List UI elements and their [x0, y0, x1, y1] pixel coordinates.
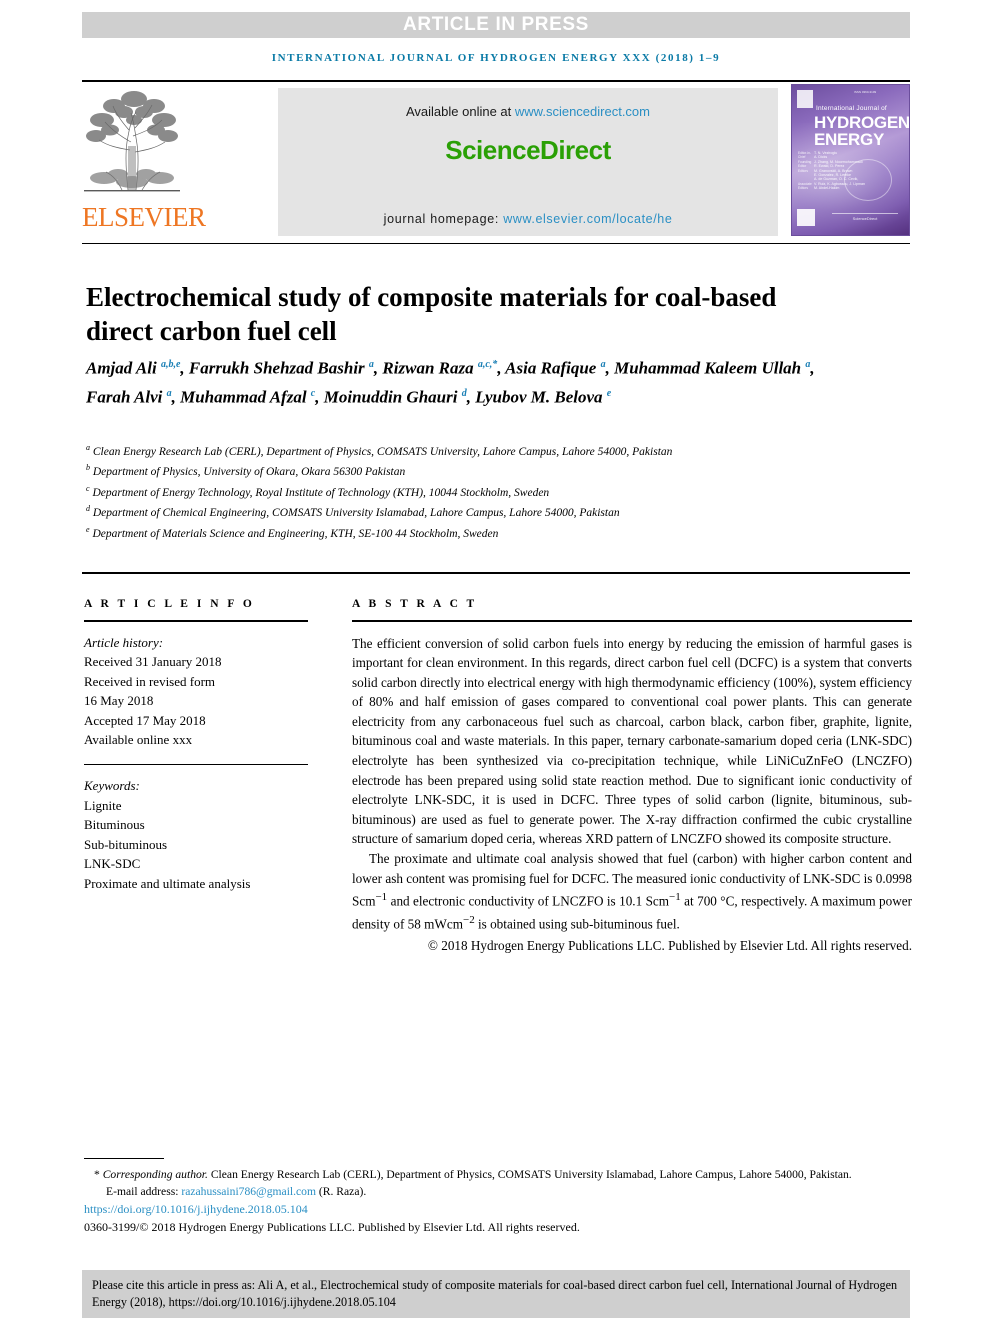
author-list: Amjad Ali a,b,e, Farrukh Shehzad Bashir …	[86, 358, 815, 407]
available-online-line: Available online at www.sciencedirect.co…	[278, 104, 778, 119]
affiliation-item: d Department of Chemical Engineering, CO…	[86, 504, 620, 520]
footnote-block: * Corresponding author. Clean Energy Res…	[84, 1166, 912, 1236]
affiliation-item: e Department of Materials Science and En…	[86, 524, 499, 540]
footnote-rule	[84, 1158, 164, 1159]
history-item: 16 May 2018	[84, 693, 154, 708]
cover-journal-small-title: International Journal of	[816, 105, 887, 112]
abstract-copyright: © 2018 Hydrogen Energy Publications LLC.…	[427, 938, 912, 954]
abstract-column: A B S T R A C T The efficient conversion…	[352, 598, 912, 956]
elsevier-tree-icon	[84, 86, 180, 198]
abstract-body: The efficient conversion of solid carbon…	[352, 634, 912, 956]
article-info-divider	[84, 620, 308, 622]
cover-title-line-1: HYDROGEN	[814, 113, 910, 132]
sciencedirect-link[interactable]: www.sciencedirect.com	[515, 104, 650, 119]
email-label: E-mail address:	[106, 1185, 179, 1198]
journal-running-head: International Journal of Hydrogen Energy…	[271, 52, 721, 64]
keyword-item: Lignite	[84, 797, 122, 813]
keyword-item: Bituminous	[84, 817, 145, 832]
keywords-label: Keywords:	[84, 778, 140, 793]
keywords-block: Keywords: Lignite Bituminous Sub-bitumin…	[84, 776, 308, 893]
page-title: Electrochemical study of composite mater…	[86, 282, 777, 347]
elsevier-wordmark: ELSEVIER	[82, 202, 206, 232]
abstract-paragraph-2: The proximate and ultimate coal analysis…	[352, 851, 912, 932]
masthead-top-rule	[82, 80, 910, 82]
issn-copyright-line: 0360-3199/© 2018 Hydrogen Energy Publica…	[84, 1220, 580, 1234]
history-item: Received in revised form	[84, 673, 216, 689]
email-owner: (R. Raza).	[318, 1185, 367, 1198]
article-info-heading: A R T I C L E I N F O	[84, 598, 255, 610]
journal-cover-thumbnail: ISSN 0360-3199 International Journal of …	[791, 84, 910, 236]
affiliation-item: c Department of Energy Technology, Royal…	[86, 483, 550, 499]
journal-homepage-link[interactable]: www.elsevier.com/locate/he	[503, 212, 672, 226]
history-item: Accepted 17 May 2018	[84, 712, 206, 728]
ihe-logo-bottom-icon	[797, 209, 815, 226]
keywords-divider	[84, 763, 308, 765]
corresponding-author-label: Corresponding author.	[102, 1168, 208, 1181]
keyword-item: LNK-SDC	[84, 856, 141, 871]
abstract-divider	[352, 620, 912, 622]
sections-top-rule	[82, 572, 910, 574]
email-link[interactable]: razahussaini786@gmail.com	[181, 1185, 316, 1198]
cover-issn-text: ISSN 0360-3199	[854, 90, 877, 94]
abstract-paragraph-1: The efficient conversion of solid carbon…	[352, 635, 912, 847]
sciencedirect-wordmark: ScienceDirect	[445, 135, 611, 165]
affiliation-item: b Department of Physics, University of O…	[86, 463, 406, 479]
masthead: ELSEVIER Available online at www.science…	[82, 84, 910, 239]
cover-title-line-2: ENERGY	[814, 130, 884, 149]
paper-page: ARTICLE IN PRESS International Journal o…	[0, 0, 992, 1323]
available-online-text: Available online at	[405, 104, 515, 119]
doi-link[interactable]: https://doi.org/10.1016/j.ijhydene.2018.…	[84, 1200, 912, 1218]
article-history-label: Article history:	[84, 634, 164, 650]
keyword-item: Proximate and ultimate analysis	[84, 875, 251, 891]
cover-editor-labels: Editor-in-Chief Founding Editor Editors Ass…	[798, 151, 812, 191]
article-in-press-banner: ARTICLE IN PRESS	[82, 12, 910, 38]
journal-homepage-line: journal homepage: www.elsevier.com/locat…	[278, 212, 778, 226]
cover-publisher: ScienceDirect	[832, 213, 898, 221]
history-item: Available online xxx	[84, 732, 193, 747]
cite-this-article-box: Please cite this article in press as: Al…	[82, 1270, 910, 1318]
article-info-column: A R T I C L E I N F O Article history: R…	[84, 598, 308, 893]
ihe-logo-icon	[797, 90, 813, 108]
journal-homepage-label: journal homepage:	[383, 212, 504, 226]
affiliation-item: a Clean Energy Research Lab (CERL), Depa…	[86, 443, 673, 458]
elsevier-logo: ELSEVIER	[82, 84, 206, 236]
corresponding-author-note: * Corresponding author. Clean Energy Res…	[94, 1168, 852, 1181]
article-history-block: Article history: Received 31 January 201…	[84, 633, 308, 750]
abstract-heading: A B S T R A C T	[352, 598, 478, 610]
corresponding-author-address: Clean Energy Research Lab (CERL), Depart…	[210, 1168, 852, 1181]
masthead-bottom-rule	[82, 243, 910, 244]
keyword-item: Sub-bituminous	[84, 836, 168, 852]
history-item: Received 31 January 2018	[84, 654, 222, 669]
cover-editor-names: T. N. Veziroglu A. Dicks J. Zhang, M. Noor…	[814, 151, 866, 191]
affiliation-list: a Clean Energy Research Lab (CERL), Depa…	[86, 440, 876, 542]
email-note: E-mail address: razahussaini786@gmail.co…	[84, 1183, 912, 1200]
sciencedirect-box: Available online at www.sciencedirect.co…	[278, 88, 778, 236]
